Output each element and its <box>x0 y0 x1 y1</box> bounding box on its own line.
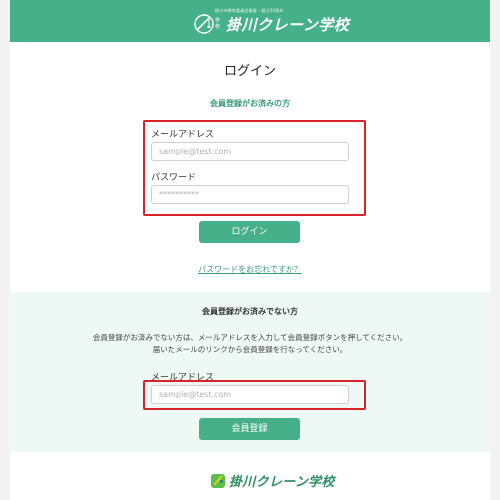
password-field[interactable] <box>151 185 349 204</box>
footer-logo[interactable]: 掛川クレーン学校 <box>210 471 335 490</box>
page: 掛川市教育委員会後援 · 創立50周年 学校 掛川クレーン学校 ログイン 会員登… <box>10 0 490 500</box>
forgot-password-link[interactable]: パスワードをお忘れですか？ <box>10 264 490 275</box>
logo-text: 掛川クレーン学校 <box>226 15 350 34</box>
page-margin-right <box>490 0 500 500</box>
login-button[interactable]: ログイン <box>199 221 300 243</box>
guest-section-heading: 会員登録がお済みでない方 <box>202 307 298 316</box>
crane-logo-icon <box>210 471 226 489</box>
email-field[interactable] <box>151 142 349 161</box>
page-margin-left <box>0 0 10 500</box>
member-section-heading: 会員登録がお済みの方 <box>210 99 290 108</box>
guest-description-line-1: 会員登録がお済みでない方は、メールアドレスを入力して会員登録ボタンを押してくださ… <box>92 333 408 342</box>
site-logo[interactable]: 学校 掛川クレーン学校 <box>193 14 349 34</box>
password-label: パスワード <box>151 173 197 183</box>
page-title: ログイン <box>223 64 276 79</box>
guest-description-line-2: 届いたメールのリンクから会員登録を行なってください。 <box>152 345 348 354</box>
logo-tag: 学校 <box>215 18 221 30</box>
guest-email-field[interactable] <box>151 385 349 404</box>
email-label: メールアドレス <box>151 130 215 140</box>
crane-logo-icon <box>193 14 215 34</box>
footer-logo-text: 掛川クレーン学校 <box>229 474 335 490</box>
register-button[interactable]: 会員登録 <box>199 418 300 440</box>
site-header: 掛川市教育委員会後援 · 創立50周年 学校 掛川クレーン学校 <box>10 0 490 42</box>
